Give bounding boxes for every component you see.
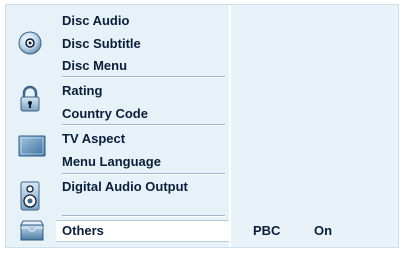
menu-item-digital-audio-output[interactable]: Digital Audio Output <box>62 179 188 195</box>
speaker-icon <box>18 181 42 216</box>
tv-screen-icon <box>18 134 46 163</box>
setting-name-pbc[interactable]: PBC <box>253 223 280 238</box>
detail-panel <box>229 5 398 247</box>
selected-row: Others PBC On <box>6 220 398 242</box>
setting-value[interactable]: On <box>314 223 332 238</box>
divider <box>62 124 225 126</box>
menu-item-tv-aspect[interactable]: TV Aspect <box>62 131 125 147</box>
divider <box>62 76 225 78</box>
menu-item-country-code[interactable]: Country Code <box>62 106 148 122</box>
setup-screen: Disc Audio Disc Subtitle Disc Menu Ratin… <box>0 0 406 254</box>
disc-icon <box>18 31 42 60</box>
menu-item-disc-audio[interactable]: Disc Audio <box>62 13 129 29</box>
others-tray-icon <box>18 217 46 248</box>
category-list: Disc Audio Disc Subtitle Disc Menu Ratin… <box>6 5 229 247</box>
padlock-icon <box>18 85 42 118</box>
menu-item-disc-menu[interactable]: Disc Menu <box>62 58 127 74</box>
divider <box>62 173 225 175</box>
setup-menu: Disc Audio Disc Subtitle Disc Menu Ratin… <box>5 4 399 248</box>
menu-item-others[interactable]: Others <box>62 223 104 238</box>
menu-item-rating[interactable]: Rating <box>62 83 102 99</box>
menu-item-menu-language[interactable]: Menu Language <box>62 154 161 170</box>
divider <box>62 215 225 217</box>
menu-item-disc-subtitle[interactable]: Disc Subtitle <box>62 36 141 52</box>
